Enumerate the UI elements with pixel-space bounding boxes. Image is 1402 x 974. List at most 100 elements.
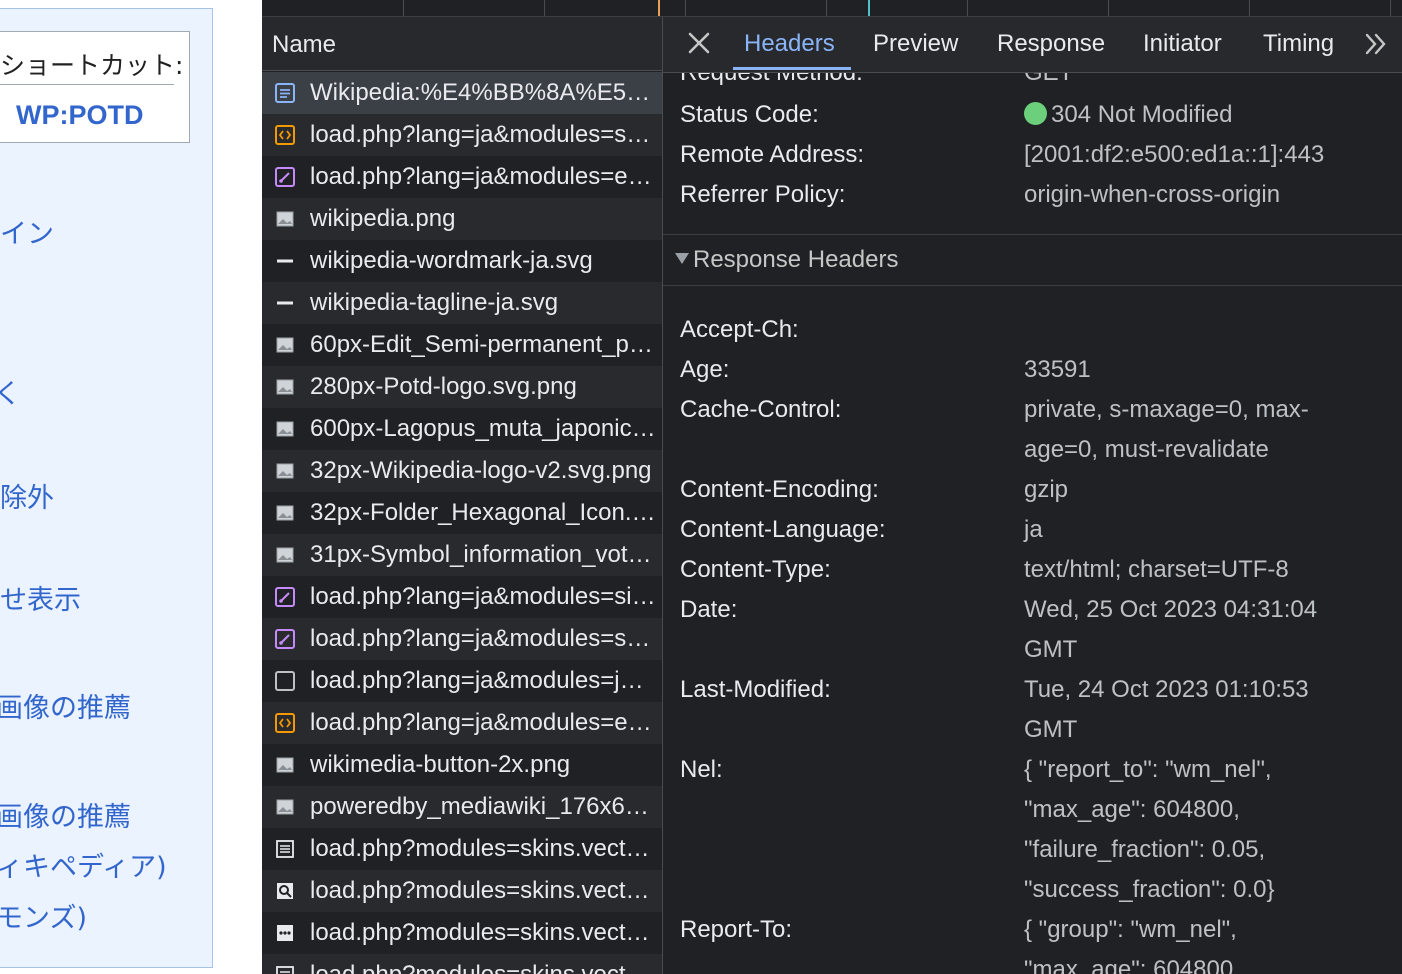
header-key: Report-To: [680, 916, 793, 943]
wiki-link[interactable]: モンズ) [0, 896, 87, 935]
header-key: Date: [680, 596, 738, 623]
headers-content: Request Method: GET Status Code: 304 Not… [663, 73, 1402, 974]
request-name: wikipedia-tagline-ja.svg [310, 289, 559, 316]
document-icon [274, 82, 296, 104]
image-icon [274, 334, 296, 356]
wiki-link[interactable]: く [0, 372, 21, 411]
header-key: Cache-Control: [680, 396, 842, 423]
header-value: 304 Not Modified [1024, 101, 1354, 129]
header-value: private, s-maxage=0, max-age=0, must-rev… [1024, 396, 1309, 463]
header-key: Content-Encoding: [680, 476, 879, 503]
request-row[interactable]: load.php?modules=skins.vector.icons [262, 828, 662, 870]
request-name: 32px-Wikipedia-logo-v2.svg.png [310, 457, 652, 484]
request-row[interactable]: load.php?lang=ja&modules=startup&only=sc… [262, 114, 662, 156]
wiki-link[interactable]: ィキペディア) [0, 845, 167, 884]
wiki-link[interactable]: せ表示 [0, 578, 81, 617]
more-tabs-chevron-icon[interactable] [1363, 31, 1389, 57]
script-icon [274, 124, 296, 146]
timeline-tick [967, 0, 968, 16]
header-value: gzip [1024, 476, 1069, 503]
request-row[interactable]: wikipedia-tagline-ja.svg [262, 282, 662, 324]
timeline-tick [403, 0, 404, 16]
stylesheet-icon [274, 628, 296, 650]
other-icon [274, 670, 296, 692]
header-key: Content-Type: [680, 556, 831, 583]
request-name: load.php?modules=skins.vector.icons [310, 835, 656, 862]
request-row[interactable]: load.php?lang=ja&modules=skins.vector.st… [262, 618, 662, 660]
request-name: Wikipedia:%E4%BB%8A%E5%A4%A9%E3%81%AE%E4… [310, 79, 656, 106]
request-name: load.php?lang=ja&modules=ext.cite.styles [310, 163, 656, 190]
request-name: 32px-Folder_Hexagonal_Icon.svg.png [310, 499, 656, 526]
image-icon [274, 208, 296, 230]
search-image-icon [274, 880, 296, 902]
request-name: 280px-Potd-logo.svg.png [310, 373, 577, 400]
timeline-tick [1108, 0, 1109, 16]
request-row[interactable]: 280px-Potd-logo.svg.png [262, 366, 662, 408]
close-icon[interactable] [685, 29, 713, 57]
tab-preview[interactable]: Preview [873, 30, 958, 58]
request-row[interactable]: Wikipedia:%E4%BB%8A%E5%A4%A9%E3%81%AE%E4… [262, 72, 662, 114]
request-row[interactable]: 32px-Wikipedia-logo-v2.svg.png [262, 450, 662, 492]
request-row[interactable]: load.php?lang=ja&modules=ext.centralNoti… [262, 702, 662, 744]
request-row[interactable]: load.php?lang=ja&modules=ext.cite.styles [262, 156, 662, 198]
header-key: Accept-Ch: [680, 316, 799, 343]
header-value: Wed, 25 Oct 2023 04:31:04 GMT [1024, 596, 1318, 663]
request-row[interactable]: load.php?lang=ja&modules=jquery [262, 660, 662, 702]
request-name: load.php?lang=ja&modules=ext.centralNoti… [310, 709, 656, 736]
request-name: poweredby_mediawiki_176x62.png [310, 793, 656, 820]
image-icon [274, 544, 296, 566]
tab-response[interactable]: Response [997, 30, 1105, 58]
request-row[interactable]: wikipedia.png [262, 198, 662, 240]
name-column-header[interactable]: Name [262, 17, 662, 71]
wiki-link[interactable]: イン [0, 212, 54, 251]
stylesheet-icon [274, 166, 296, 188]
wiki-link[interactable]: 画像の推薦 [0, 686, 131, 725]
timeline-tick [544, 0, 545, 16]
script-icon [274, 712, 296, 734]
request-row[interactable]: wikimedia-button-2x.png [262, 744, 662, 786]
shortcut-link[interactable]: WP:POTD [16, 100, 144, 131]
request-name: load.php?modules=skins.vector.js [310, 961, 656, 974]
header-key: Content-Language: [680, 516, 886, 543]
timeline-marker-teal [868, 0, 870, 16]
svg-icon [274, 292, 296, 314]
timeline-overview[interactable] [262, 0, 1402, 17]
timeline-tick [1249, 0, 1250, 16]
header-value: ja [1024, 516, 1043, 543]
tab-timing[interactable]: Timing [1263, 30, 1334, 58]
request-row[interactable]: poweredby_mediawiki_176x62.png [262, 786, 662, 828]
header-key: Last-Modified: [680, 676, 831, 703]
wiki-link[interactable]: 除外 [0, 476, 54, 515]
request-row[interactable]: 31px-Symbol_information_vote.svg.png [262, 534, 662, 576]
header-key: Request Method: [680, 73, 863, 87]
tab-headers[interactable]: Headers [744, 30, 835, 58]
active-tab-indicator [733, 67, 851, 70]
request-name: wikimedia-button-2x.png [310, 751, 571, 778]
request-row[interactable]: wikipedia-wordmark-ja.svg [262, 240, 662, 282]
request-name: load.php?lang=ja&modules=startup&only=sc… [310, 121, 656, 148]
image-icon [274, 502, 296, 524]
request-row[interactable]: load.php?modules=skins.vector.js [262, 954, 662, 974]
stylesheet-icon [274, 586, 296, 608]
request-name: load.php?lang=ja&modules=site.styles [310, 583, 656, 610]
header-value: Tue, 24 Oct 2023 01:10:53 GMT [1024, 676, 1309, 743]
request-name: load.php?modules=skins.vector.search [310, 877, 656, 904]
request-row[interactable]: 32px-Folder_Hexagonal_Icon.svg.png [262, 492, 662, 534]
image-icon [274, 460, 296, 482]
header-value: origin-when-cross-origin [1024, 181, 1281, 208]
svg-icon [274, 250, 296, 272]
request-detail-panel: Headers Preview Response Initiator Timin… [663, 17, 1402, 974]
tab-initiator[interactable]: Initiator [1143, 30, 1222, 58]
request-name: 600px-Lagopus_muta_japonica.jpg [310, 415, 656, 442]
image-icon [274, 796, 296, 818]
wiki-link[interactable]: 画像の推薦 [0, 795, 131, 834]
list-icon [274, 964, 296, 974]
request-row[interactable]: load.php?modules=skins.vector.search [262, 870, 662, 912]
request-row[interactable]: load.php?modules=skins.vector.menu [262, 912, 662, 954]
header-value: 33591 [1024, 356, 1091, 383]
request-row[interactable]: load.php?lang=ja&modules=site.styles [262, 576, 662, 618]
response-headers-section-header[interactable]: Response Headers [663, 234, 1402, 286]
request-row[interactable]: 600px-Lagopus_muta_japonica.jpg [262, 408, 662, 450]
request-name: load.php?lang=ja&modules=skins.vector.st… [310, 625, 656, 652]
request-row[interactable]: 60px-Edit_Semi-permanent_protection.svg.… [262, 324, 662, 366]
